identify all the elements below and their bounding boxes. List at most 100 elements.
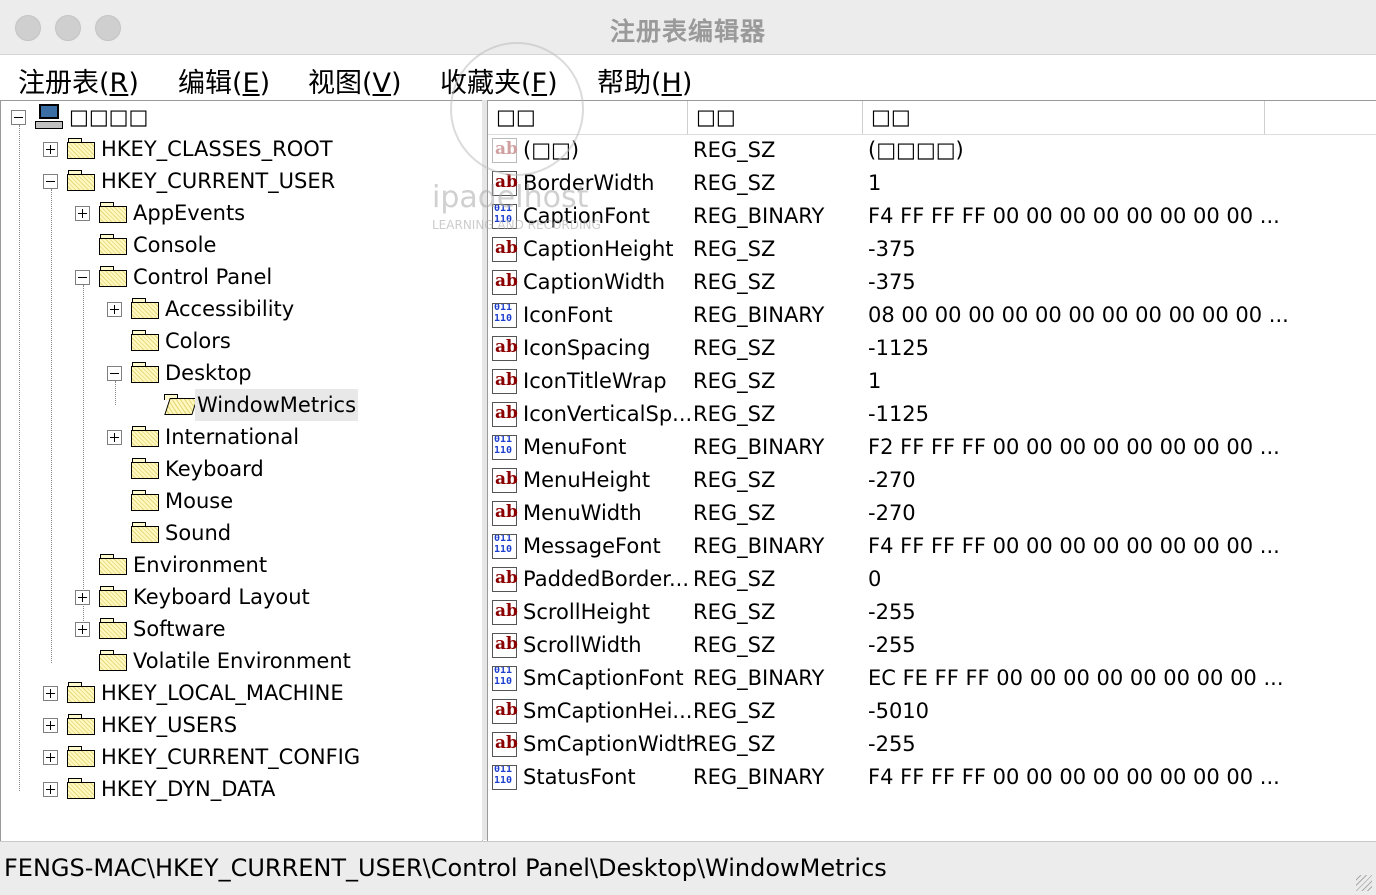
- tree-item-label: WindowMetrics: [195, 389, 359, 421]
- key-tree[interactable]: □□□□ HKEY_CLASSES_ROOT HKEY_CURRENT_USER…: [0, 100, 483, 841]
- table-row[interactable]: MenuFont REG_BINARY F2 FF FF FF 00 00 00 0…: [488, 431, 1376, 464]
- menu-edit[interactable]: 编辑(E): [178, 61, 270, 100]
- tree-item-label: HKEY_LOCAL_MACHINE: [101, 681, 344, 705]
- status-bar: FENGS-MAC\HKEY_CURRENT_USER\Control Pane…: [0, 841, 1376, 895]
- table-row[interactable]: BorderWidthREG_SZ1: [488, 166, 1376, 200]
- table-row[interactable]: IconSpacing REG_SZ -1125: [488, 331, 1376, 365]
- expand-icon[interactable]: [107, 302, 122, 317]
- table-row[interactable]: CaptionHeight REG_SZ -375: [488, 232, 1376, 266]
- expand-icon[interactable]: [43, 142, 58, 157]
- value-name: ScrollHeight: [523, 600, 650, 624]
- string-value-icon: [492, 562, 518, 595]
- value-type: REG_SZ: [693, 171, 776, 195]
- menu-edit-label: 编辑: [178, 68, 232, 99]
- menu-edit-accel: E: [242, 68, 260, 99]
- folder-icon: [67, 170, 97, 192]
- table-row[interactable]: IconVerticalSp...REG_SZ -1125: [488, 397, 1376, 431]
- collapse-icon[interactable]: [43, 174, 58, 189]
- menu-help[interactable]: 帮助(H): [597, 61, 692, 100]
- menu-view-label: 视图: [308, 68, 362, 99]
- table-row[interactable]: IconFont REG_BINARY 08 00 00 00 00 00 00 0…: [488, 299, 1376, 332]
- menu-registry[interactable]: 注册表(R): [18, 61, 139, 100]
- expand-icon[interactable]: [43, 782, 58, 797]
- table-row[interactable]: CaptionWidth REG_SZ -375: [488, 265, 1376, 299]
- status-path: FENGS-MAC\HKEY_CURRENT_USER\Control Pane…: [4, 854, 887, 882]
- folder-icon: [67, 682, 97, 704]
- value-name: IconFont: [523, 303, 613, 327]
- collapse-icon[interactable]: [107, 366, 122, 381]
- value-type: REG_BINARY: [693, 204, 825, 228]
- string-value-icon: [492, 265, 518, 298]
- tree-line: [51, 189, 52, 663]
- window-title: 注册表编辑器: [609, 17, 766, 46]
- collapse-icon[interactable]: [11, 110, 26, 125]
- expand-icon[interactable]: [43, 686, 58, 701]
- expand-icon[interactable]: [75, 622, 90, 637]
- tree-item-label: HKEY_CURRENT_CONFIG: [101, 745, 361, 769]
- string-value-icon: [492, 331, 518, 364]
- value-data: -1125: [868, 336, 930, 360]
- resize-grip-icon[interactable]: [1356, 875, 1372, 891]
- values-list[interactable]: □□ □□ □□ (□□)REG_SZ(□□□□)BorderWidthREG_…: [487, 100, 1376, 841]
- folder-icon: [99, 234, 129, 256]
- menu-favorites-accel: F: [531, 68, 548, 99]
- value-name: MenuHeight: [523, 468, 651, 492]
- value-type: REG_SZ: [693, 468, 776, 492]
- value-data: 0: [868, 567, 882, 591]
- folder-icon: [99, 618, 129, 640]
- binary-value-icon: [492, 765, 517, 790]
- watermark-subtext: LEARNING AND RECORDING: [432, 218, 601, 232]
- value-name: ScrollWidth: [523, 633, 642, 657]
- tree-item-label: Desktop: [165, 361, 252, 385]
- value-name: CaptionWidth: [523, 270, 666, 294]
- value-type: REG_SZ: [693, 402, 776, 426]
- binary-value-icon: [492, 303, 517, 328]
- expand-icon[interactable]: [43, 718, 58, 733]
- table-row[interactable]: (□□) REG_SZ (□□□□): [488, 133, 1376, 167]
- table-row[interactable]: MenuHeight REG_SZ -270: [488, 463, 1376, 497]
- table-row[interactable]: MenuWidth REG_SZ -270: [488, 496, 1376, 530]
- string-value-icon: [492, 694, 518, 727]
- expand-icon[interactable]: [107, 430, 122, 445]
- tree-line: [83, 285, 84, 631]
- value-data: -255: [868, 732, 916, 756]
- table-row[interactable]: IconTitleWrap REG_SZ 1: [488, 364, 1376, 398]
- value-name: PaddedBorder...: [523, 567, 690, 591]
- value-name: MenuFont: [523, 435, 627, 459]
- tree-item-label: Sound: [165, 521, 232, 545]
- open-folder-icon: [163, 394, 198, 416]
- menu-registry-label: 注册表: [18, 68, 99, 99]
- menu-view[interactable]: 视图(V): [308, 61, 402, 100]
- table-row[interactable]: ScrollWidth REG_SZ -255: [488, 628, 1376, 662]
- value-type: REG_SZ: [693, 237, 776, 261]
- expand-icon[interactable]: [75, 590, 90, 605]
- tree-item-label: Environment: [133, 553, 268, 577]
- column-header-row: □□ □□ □□: [488, 101, 1376, 135]
- table-row[interactable]: MessageFont REG_BINARY F4 FF FF FF 00 00 0…: [488, 530, 1376, 563]
- binary-value-icon: [492, 666, 517, 691]
- collapse-icon[interactable]: [75, 270, 90, 285]
- folder-icon: [67, 746, 97, 768]
- table-row[interactable]: CaptionFontREG_BINARYF4 FF FF FF 00 00 0…: [488, 200, 1376, 233]
- folder-icon: [131, 298, 161, 320]
- table-row[interactable]: SmCaptionFont REG_BINARY EC FE FF FF 00 00…: [488, 662, 1376, 695]
- folder-icon: [131, 426, 161, 448]
- folder-icon: [99, 266, 129, 288]
- table-row[interactable]: ScrollHeight REG_SZ -255: [488, 595, 1376, 629]
- table-row[interactable]: SmCaptionHei...REG_SZ -5010: [488, 694, 1376, 728]
- expand-icon[interactable]: [75, 206, 90, 221]
- expand-icon[interactable]: [43, 750, 58, 765]
- folder-icon: [131, 362, 161, 384]
- value-name: MessageFont: [523, 534, 661, 558]
- column-header-name[interactable]: □□: [488, 101, 688, 134]
- value-data: 08 00 00 00 00 00 00 00 00 00 00 00 ...: [868, 303, 1289, 327]
- column-header-type[interactable]: □□: [688, 101, 863, 134]
- menu-favorites[interactable]: 收藏夹(F): [440, 61, 558, 100]
- value-type: REG_BINARY: [693, 534, 825, 558]
- column-header-data[interactable]: □□: [863, 101, 1265, 134]
- table-row[interactable]: StatusFont REG_BINARY F4 FF FF FF 00 00 00…: [488, 761, 1376, 794]
- tree-item-label: HKEY_DYN_DATA: [101, 777, 276, 801]
- table-row[interactable]: PaddedBorder...REG_SZ 0: [488, 562, 1376, 596]
- table-row[interactable]: SmCaptionWidthREG_SZ -255: [488, 727, 1376, 761]
- tree-item-label: Console: [133, 233, 217, 257]
